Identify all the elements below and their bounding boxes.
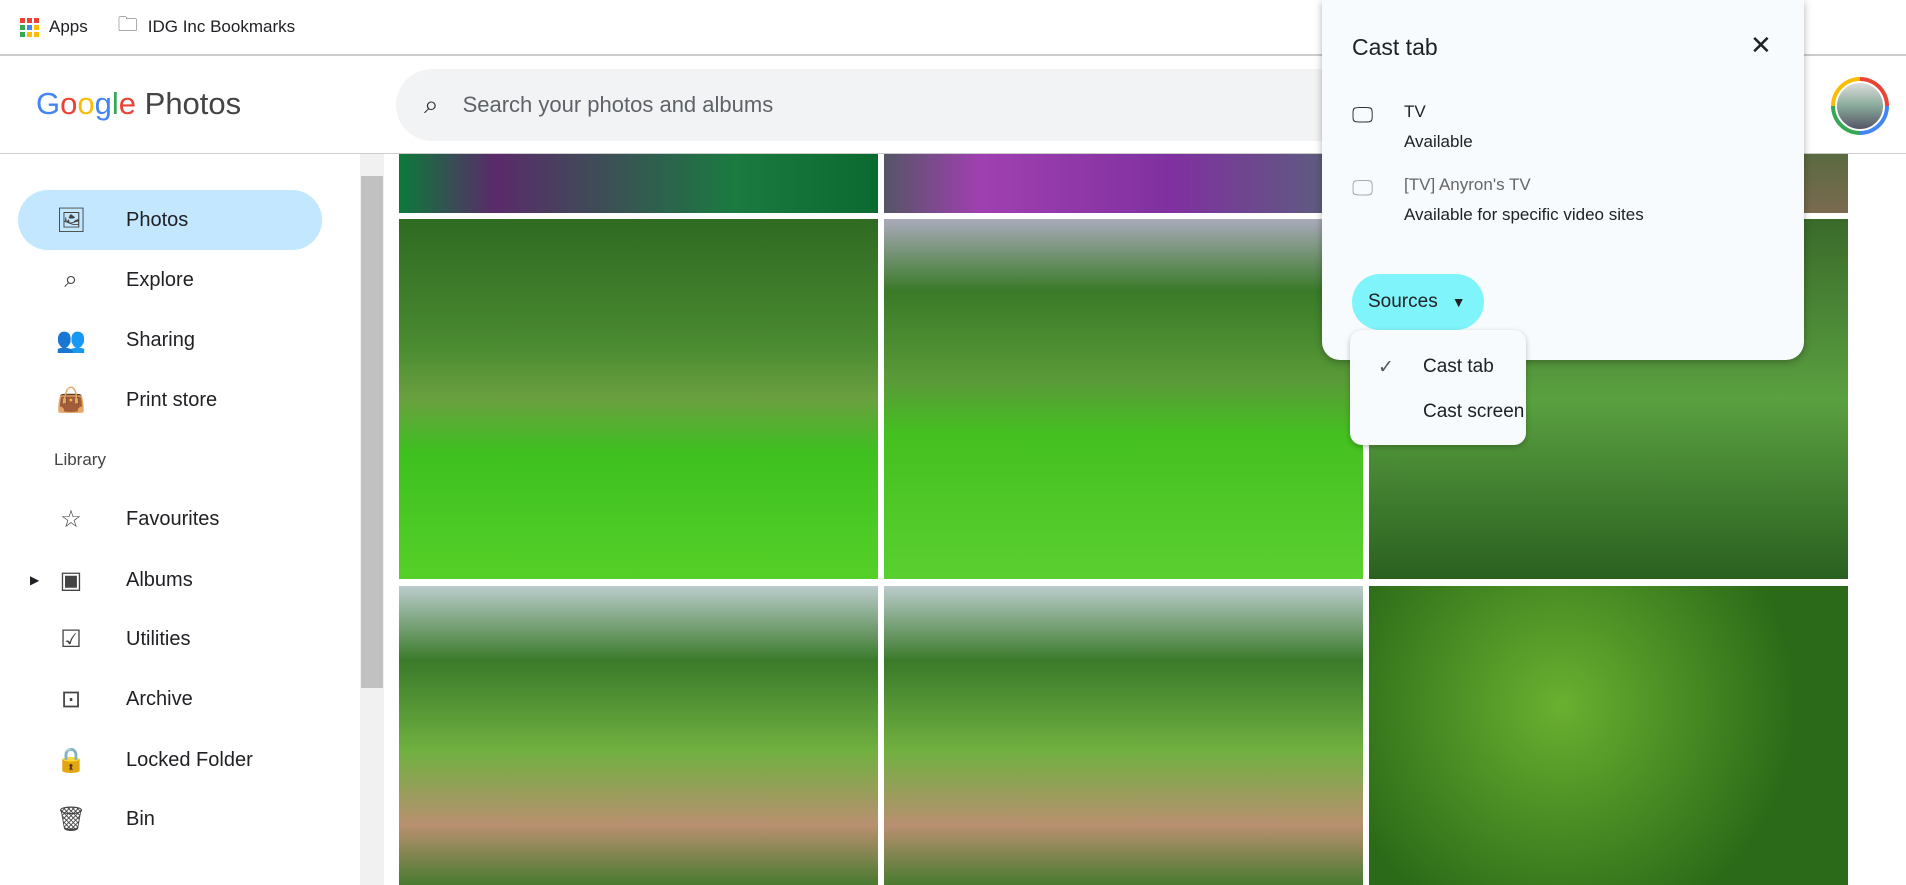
cast-device-tv[interactable]: 🖵 TV Available (1352, 102, 1473, 152)
photo[interactable] (1369, 586, 1848, 885)
sidebar-item-albums[interactable]: ▶ ▣ Albums (18, 550, 322, 610)
sidebar-item-locked-folder[interactable]: 🔒 Locked Folder (18, 730, 322, 790)
archive-icon: ⊡ (60, 685, 82, 713)
lock-icon: 🔒 (56, 746, 86, 774)
tv-icon: 🖵 (1352, 102, 1374, 127)
sidebar-item-explore[interactable]: ⌕ Explore (18, 250, 322, 310)
bookmark-label: IDG Inc Bookmarks (147, 17, 296, 36)
bookmark-apps[interactable]: Apps (20, 17, 88, 37)
sidebar-item-print-store[interactable]: 👜 Print store (18, 370, 322, 430)
sidebar: 🖼 Photos ⌕ Explore 👥 Sharing 👜 Print store L… (0, 154, 360, 885)
sidebar-item-archive[interactable]: ⊡ Archive (18, 669, 322, 729)
cast-dialog: Cast tab ✕ 🖵 TV Available 🖵 [TV] Anyron's… (1322, 0, 1804, 360)
bookmark-idg-folder[interactable]: 🗀 IDG Inc Bookmarks (118, 10, 295, 44)
search-icon[interactable]: ⌕ (424, 89, 439, 121)
search-icon: ⌕ (64, 266, 78, 293)
photo[interactable] (884, 219, 1363, 579)
menu-item-cast-tab[interactable]: ✓ Cast tab (1350, 356, 1526, 378)
sidebar-item-bin[interactable]: 🗑 Bin (18, 789, 322, 849)
trash-icon: 🗑 (56, 805, 87, 833)
sources-button[interactable]: Sources ▼ (1352, 274, 1484, 330)
dropdown-arrow-icon: ▼ (1451, 294, 1466, 310)
star-icon: ☆ (60, 505, 82, 533)
search-placeholder: Search your photos and albums (462, 92, 774, 117)
photo[interactable] (399, 219, 878, 579)
sidebar-item-favourites[interactable]: ☆ Favourites (18, 489, 322, 549)
managed-folder-icon: 🗀 (117, 14, 138, 36)
sources-menu: ✓ Cast tab Cast screen (1350, 330, 1526, 445)
bookmark-label: Apps (49, 17, 88, 36)
sidebar-item-utilities[interactable]: ☑ Utilities (18, 609, 322, 669)
google-photos-logo[interactable]: Google Photos (36, 86, 241, 122)
album-icon: ▣ (59, 566, 83, 594)
shopping-bag-icon: 👜 (56, 386, 86, 414)
people-icon: 👥 (56, 326, 86, 354)
menu-item-cast-screen[interactable]: Cast screen (1350, 401, 1526, 423)
sidebar-item-photos[interactable]: 🖼 Photos (18, 190, 322, 250)
photo[interactable] (884, 154, 1363, 213)
cast-dialog-title: Cast tab (1352, 34, 1438, 60)
cast-device-anyrons-tv[interactable]: 🖵 [TV] Anyron's TV Available for specific… (1352, 175, 1644, 225)
close-icon[interactable]: ✕ (1750, 30, 1772, 61)
photo[interactable] (399, 154, 878, 213)
checklist-icon: ☑ (60, 625, 82, 653)
expand-arrow-icon[interactable]: ▶ (30, 573, 39, 587)
scrollbar-thumb[interactable] (361, 176, 383, 688)
photo[interactable] (884, 586, 1363, 885)
search-input[interactable]: ⌕ Search your photos and albums (396, 69, 1396, 141)
photo-icon: 🖼 (56, 206, 87, 234)
check-icon: ✓ (1378, 357, 1394, 378)
apps-grid-icon (20, 17, 39, 37)
photo[interactable] (399, 586, 878, 885)
library-heading: Library (54, 450, 106, 469)
account-avatar[interactable] (1831, 77, 1889, 135)
sidebar-scrollbar[interactable] (360, 154, 384, 885)
tv-icon: 🖵 (1352, 175, 1374, 200)
sidebar-item-sharing[interactable]: 👥 Sharing (18, 310, 322, 370)
